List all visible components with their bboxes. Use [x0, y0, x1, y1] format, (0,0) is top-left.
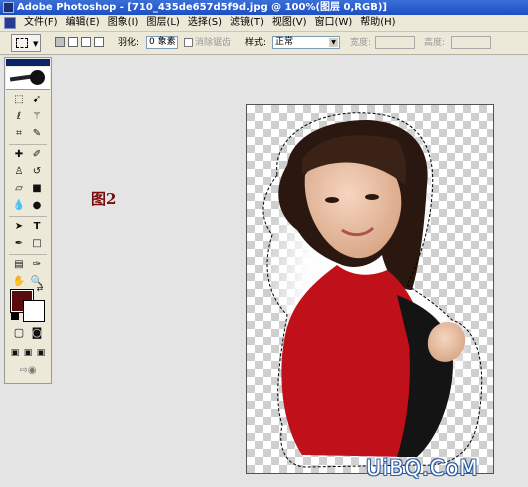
- divider: [9, 144, 47, 145]
- dodge-tool-icon[interactable]: ●: [29, 199, 45, 213]
- path-selection-icon[interactable]: ➤: [11, 220, 27, 234]
- document-icon[interactable]: [4, 17, 16, 29]
- move-tool-icon[interactable]: ➹: [29, 93, 45, 107]
- toolbox-titlebar[interactable]: [6, 59, 50, 66]
- feather-label: 羽化:: [118, 38, 140, 48]
- menu-edit[interactable]: 编辑(E): [62, 16, 104, 30]
- intersect-selection-button[interactable]: [94, 37, 104, 47]
- title-bar: Adobe Photoshop - [710_435de657d5f9d.jpg…: [0, 0, 528, 15]
- eraser-tool-icon[interactable]: ▱: [11, 182, 27, 196]
- add-selection-button[interactable]: [68, 37, 78, 47]
- standard-screen-icon[interactable]: ▣: [9, 346, 21, 360]
- menu-layer[interactable]: 图层(L): [142, 16, 183, 30]
- menu-filter[interactable]: 滤镜(T): [226, 16, 268, 30]
- height-label: 高度:: [424, 38, 446, 48]
- chevron-down-icon: ▼: [329, 38, 338, 47]
- history-brush-icon[interactable]: ↺: [29, 165, 45, 179]
- height-input[interactable]: [451, 36, 491, 49]
- clone-stamp-icon[interactable]: ♙: [11, 165, 27, 179]
- chevron-down-icon: ▼: [33, 40, 39, 48]
- style-select[interactable]: 正常 ▼: [272, 36, 340, 49]
- menu-window[interactable]: 窗口(W): [311, 16, 357, 30]
- swap-colors-icon[interactable]: ⇄: [35, 282, 45, 296]
- marquee-tool-icon[interactable]: ⬚: [11, 93, 27, 107]
- menu-select[interactable]: 选择(S): [184, 16, 226, 30]
- magic-wand-tool-icon[interactable]: ⚚: [29, 110, 45, 124]
- antialias-label: 消除锯齿: [195, 38, 232, 48]
- photoshop-icon: [3, 2, 14, 13]
- feather-icon: [9, 74, 33, 82]
- figure-label: 图2: [91, 190, 117, 208]
- gradient-tool-icon[interactable]: ■: [29, 182, 45, 196]
- menu-help[interactable]: 帮助(H): [356, 16, 399, 30]
- width-label: 宽度:: [350, 38, 372, 48]
- full-screen-icon[interactable]: ▣: [35, 346, 47, 360]
- hand-tool-icon[interactable]: ✋: [11, 275, 27, 289]
- slice-tool-icon[interactable]: ✎: [29, 127, 45, 141]
- healing-brush-icon[interactable]: ✚: [11, 148, 27, 162]
- full-screen-menu-icon[interactable]: ▣: [22, 346, 34, 360]
- menu-bar: 文件(F) 编辑(E) 图象(I) 图层(L) 选择(S) 滤镜(T) 视图(V…: [0, 15, 528, 32]
- portrait-image: [262, 112, 483, 468]
- style-label: 样式:: [245, 38, 267, 48]
- divider: [9, 216, 47, 217]
- jump-to-imageready-icon[interactable]: ⇨◉: [11, 364, 45, 378]
- standard-mode-icon[interactable]: ▢: [11, 326, 27, 340]
- toolbox: ⬚ ➹ ℓ ⚚ ⌗ ✎ ✚ ✐ ♙ ↺ ▱ ■ 💧 ● ➤ T ✒ □ ▤ ✑ …: [4, 57, 52, 384]
- new-selection-button[interactable]: [55, 37, 65, 47]
- default-colors-icon[interactable]: [11, 312, 19, 320]
- photoshop-logo[interactable]: [6, 67, 50, 90]
- blur-tool-icon[interactable]: 💧: [11, 199, 27, 213]
- menu-file[interactable]: 文件(F): [20, 16, 62, 30]
- eyedropper-tool-icon[interactable]: ✑: [29, 258, 45, 272]
- crop-tool-icon[interactable]: ⌗: [11, 127, 27, 141]
- eye-icon: [30, 70, 45, 85]
- subtract-selection-button[interactable]: [81, 37, 91, 47]
- shape-tool-icon[interactable]: □: [29, 237, 45, 251]
- antialias-checkbox[interactable]: [184, 38, 193, 47]
- style-value: 正常: [275, 37, 294, 47]
- pen-tool-icon[interactable]: ✒: [11, 237, 27, 251]
- menu-image[interactable]: 图象(I): [104, 16, 143, 30]
- background-color-swatch[interactable]: [23, 300, 45, 322]
- feather-input[interactable]: 0 象素: [146, 36, 178, 49]
- window-title: Adobe Photoshop - [710_435de657d5f9d.jpg…: [17, 2, 387, 13]
- tool-preset-picker[interactable]: ▼: [11, 34, 41, 52]
- width-input[interactable]: [375, 36, 415, 49]
- menu-view[interactable]: 视图(V): [268, 16, 311, 30]
- options-bar: ▼ 羽化: 0 象素 消除锯齿 样式: 正常 ▼ 宽度: 高度:: [0, 32, 528, 55]
- document-canvas[interactable]: [246, 104, 494, 474]
- divider: [9, 254, 47, 255]
- marquee-icon: [16, 38, 28, 48]
- lasso-tool-icon[interactable]: ℓ: [11, 110, 27, 124]
- brush-tool-icon[interactable]: ✐: [29, 148, 45, 162]
- type-tool-icon[interactable]: T: [29, 220, 45, 234]
- notes-tool-icon[interactable]: ▤: [11, 258, 27, 272]
- quick-mask-icon[interactable]: ◙: [29, 326, 45, 340]
- watermark: UiBQ.CoM: [366, 456, 479, 480]
